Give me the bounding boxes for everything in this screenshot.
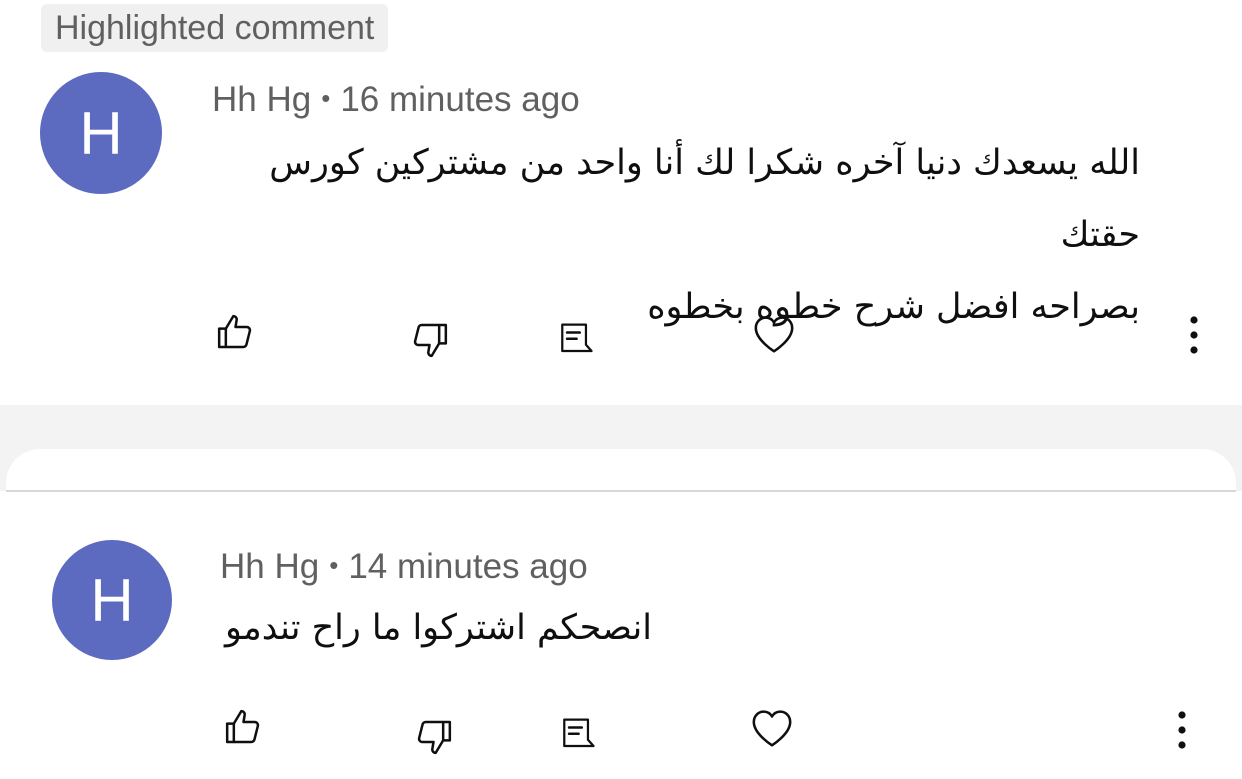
more-vert-icon [1188,315,1200,355]
comment-text: الله يسعدك دنيا آخره شكرا لك أنا واحد من… [200,127,1140,343]
comment-author[interactable]: Hh Hg [212,80,311,119]
comment-author[interactable]: Hh Hg [220,547,319,586]
comment-text-line: انصحكم اشتركوا ما راح تندمو [224,608,652,648]
dislike-button[interactable] [402,312,458,368]
dislike-button[interactable] [406,709,462,765]
heart-icon [750,708,794,748]
heart-button[interactable] [746,306,802,362]
divider [6,490,1236,492]
meta-separator: • [321,83,331,113]
thumb-down-icon [410,320,450,360]
thumb-up-icon [215,312,255,352]
comment-time: 16 minutes ago [340,80,580,119]
avatar-letter: H [90,566,134,634]
like-button[interactable] [215,699,271,755]
more-vert-icon [1176,710,1188,750]
reply-icon [558,713,596,753]
thumb-up-icon [223,707,263,747]
like-button[interactable] [207,304,263,360]
comment-text: انصحكم اشتركوا ما راح تندمو [200,592,652,664]
avatar[interactable]: H [40,72,162,194]
heart-icon [752,314,796,354]
more-options-button[interactable] [1154,702,1210,758]
reply-button[interactable] [547,310,603,366]
comment-time: 14 minutes ago [348,547,588,586]
highlighted-comment-label: Highlighted comment [41,4,389,52]
avatar-letter: H [79,99,123,167]
thumb-down-icon [414,717,454,757]
meta-separator: • [329,550,339,580]
reply-button[interactable] [549,705,605,761]
comment-meta: Hh Hg • 14 minutes ago [220,543,588,589]
comment-text-line: بصراحه افضل شرح خطوه بخطوه [647,287,1140,327]
comment-meta: Hh Hg • 16 minutes ago [212,76,580,122]
more-options-button[interactable] [1166,307,1222,363]
reply-icon [556,318,594,358]
avatar[interactable]: H [52,540,172,660]
comment-text-line: الله يسعدك دنيا آخره شكرا لك أنا واحد من… [269,143,1140,255]
heart-button[interactable] [744,700,800,756]
